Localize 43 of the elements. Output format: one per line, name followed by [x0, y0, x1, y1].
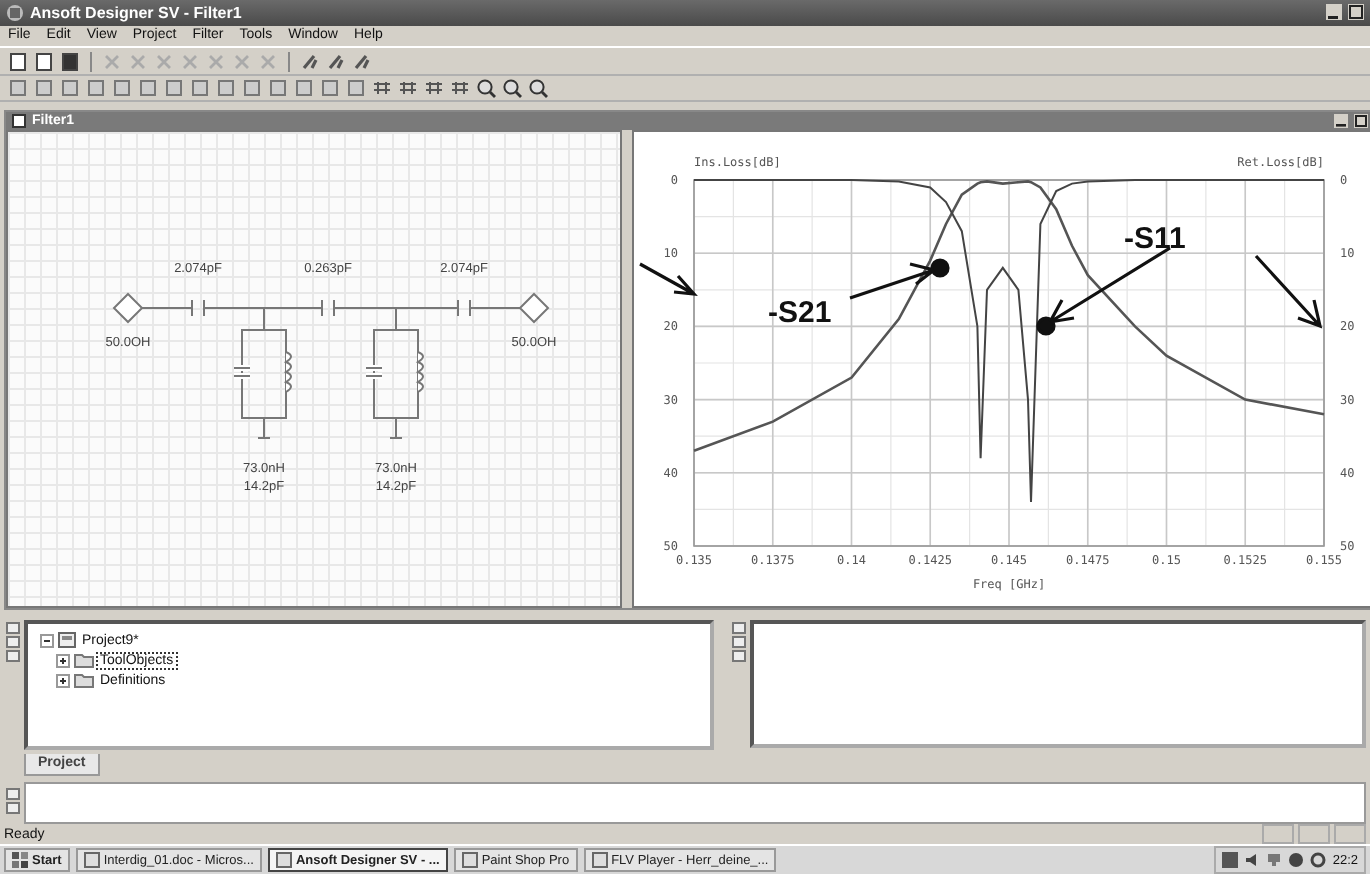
toolbar-icon[interactable]	[294, 78, 314, 99]
toolbar-icon[interactable]	[86, 78, 106, 99]
app-icon	[83, 852, 100, 868]
expand-toggle-icon[interactable]	[56, 673, 70, 688]
toolbar-icon[interactable]	[34, 78, 54, 99]
project-icon	[58, 632, 76, 649]
speaker-icon[interactable]	[1244, 852, 1261, 868]
expand-toggle-icon[interactable]	[56, 653, 70, 668]
collapse-toggle-icon[interactable]	[40, 633, 54, 648]
window-title: Ansoft Designer SV - Filter1	[30, 3, 242, 22]
tray-icon[interactable]	[1222, 852, 1239, 868]
toolbar-icon[interactable]	[424, 78, 444, 99]
toolbar-icon[interactable]	[216, 78, 236, 99]
annotation-arrow	[638, 263, 698, 297]
toolbar-icon[interactable]	[242, 78, 262, 99]
annotation-arrow	[1036, 247, 1172, 337]
toolbar-icon[interactable]	[138, 78, 158, 99]
app-icon	[461, 852, 478, 868]
app-icon	[6, 3, 24, 22]
toolbar-icon[interactable]	[372, 78, 392, 99]
zoom-in-icon[interactable]	[476, 78, 496, 99]
annotation-arrow	[848, 259, 950, 301]
series-label: -S11	[1124, 222, 1186, 257]
toolbar-icon[interactable]	[320, 78, 340, 99]
app-icon	[275, 852, 292, 868]
app-icon	[591, 852, 608, 868]
toolbar-icon[interactable]	[450, 78, 470, 99]
minimize-icon[interactable]	[1334, 114, 1348, 129]
toolbar-icon[interactable]	[190, 78, 210, 99]
toolbar-icon[interactable]	[164, 78, 184, 99]
toolbar-icon[interactable]	[268, 78, 288, 99]
network-icon[interactable]	[1266, 852, 1283, 868]
annotation-arrow	[1254, 255, 1323, 330]
toolbar-icon[interactable]	[398, 78, 418, 99]
windows-logo-icon	[12, 852, 28, 868]
minimize-icon[interactable]	[1326, 4, 1342, 21]
series-label: -S21	[768, 296, 832, 331]
maximize-icon[interactable]	[1348, 4, 1364, 21]
maximize-icon[interactable]	[1354, 114, 1368, 129]
toolbar-icon[interactable]	[8, 78, 28, 99]
toolbar-icon[interactable]	[60, 78, 80, 99]
toolbar-icon[interactable]	[112, 78, 132, 99]
toolbar-icon[interactable]	[346, 78, 366, 99]
